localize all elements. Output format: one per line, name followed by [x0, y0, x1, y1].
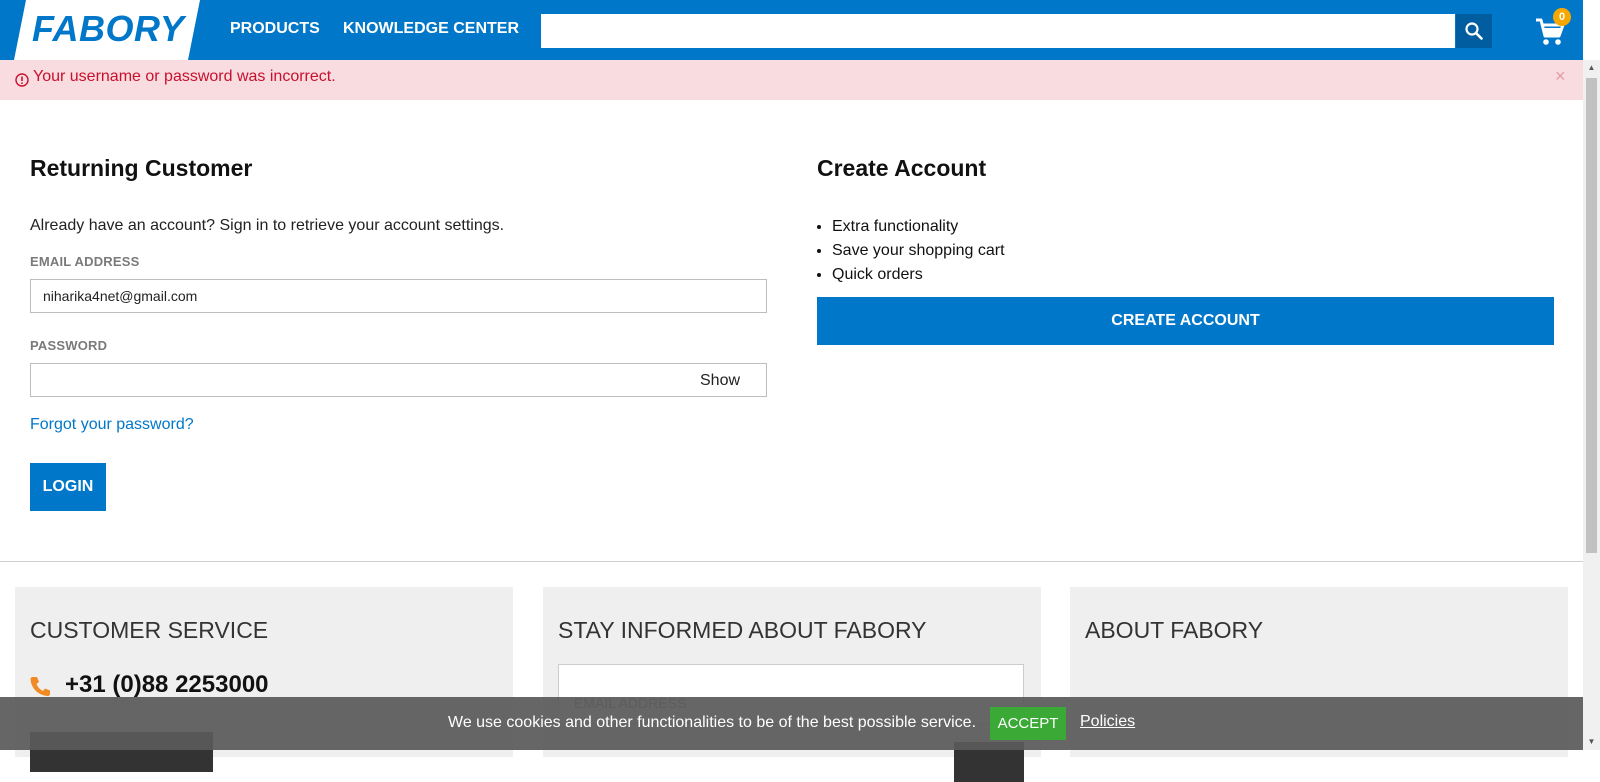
- cart-count-badge: 0: [1553, 8, 1571, 26]
- create-account-button[interactable]: CREATE ACCOUNT: [817, 297, 1554, 345]
- customer-service-title: CUSTOMER SERVICE: [30, 617, 269, 643]
- search-input[interactable]: [541, 14, 1455, 48]
- about-title: ABOUT FABORY: [1085, 617, 1264, 643]
- benefit-item: Save your shopping cart: [832, 241, 1005, 261]
- phone-icon: [30, 677, 50, 696]
- site-header: FABORY PRODUCTS KNOWLEDGE CENTER 0: [0, 0, 1583, 60]
- error-alert: Your username or password was incorrect.…: [0, 60, 1583, 100]
- cookie-text: We use cookies and other functionalities…: [448, 714, 977, 731]
- login-intro-text: Already have an account? Sign in to retr…: [30, 217, 505, 234]
- alert-message: Your username or password was incorrect.: [33, 68, 336, 85]
- nav-products[interactable]: PRODUCTS: [230, 20, 320, 38]
- close-icon[interactable]: ×: [1555, 66, 1566, 87]
- login-button[interactable]: LOGIN: [30, 463, 106, 511]
- password-field[interactable]: [30, 363, 767, 397]
- footer-divider: [0, 561, 1583, 562]
- scroll-thumb[interactable]: [1586, 78, 1597, 553]
- returning-customer-title: Returning Customer: [30, 155, 253, 181]
- scroll-down-icon[interactable]: ▼: [1583, 734, 1600, 750]
- cookie-banner: We use cookies and other functionalities…: [0, 697, 1583, 750]
- email-label: EMAIL ADDRESS: [30, 254, 140, 269]
- account-benefits-list: Extra functionality Save your shopping c…: [832, 217, 1005, 289]
- search-button[interactable]: [1456, 14, 1492, 48]
- benefit-item: Extra functionality: [832, 217, 1005, 237]
- forgot-password-link[interactable]: Forgot your password?: [30, 416, 194, 434]
- fabory-logo[interactable]: FABORY: [14, 0, 200, 60]
- alert-circle-icon: [15, 73, 29, 87]
- cookie-policies-link[interactable]: Policies: [1080, 713, 1135, 731]
- page-scrollbar[interactable]: ▲ ▼: [1583, 60, 1600, 750]
- logo-text: FABORY: [32, 8, 185, 49]
- nav-knowledge-center[interactable]: KNOWLEDGE CENTER: [343, 20, 519, 38]
- show-password-toggle[interactable]: Show: [700, 372, 740, 390]
- scroll-up-icon[interactable]: ▲: [1583, 60, 1600, 76]
- email-field[interactable]: [30, 279, 767, 313]
- benefit-item: Quick orders: [832, 265, 1005, 285]
- cookie-accept-button[interactable]: ACCEPT: [990, 707, 1066, 740]
- cart-button[interactable]: 0: [1533, 8, 1573, 48]
- newsletter-title: STAY INFORMED ABOUT FABORY: [558, 617, 927, 643]
- create-account-title: Create Account: [817, 155, 987, 181]
- search-icon: [1465, 22, 1483, 40]
- customer-service-phone[interactable]: +31 (0)88 2253000: [65, 671, 269, 699]
- password-label: PASSWORD: [30, 338, 108, 353]
